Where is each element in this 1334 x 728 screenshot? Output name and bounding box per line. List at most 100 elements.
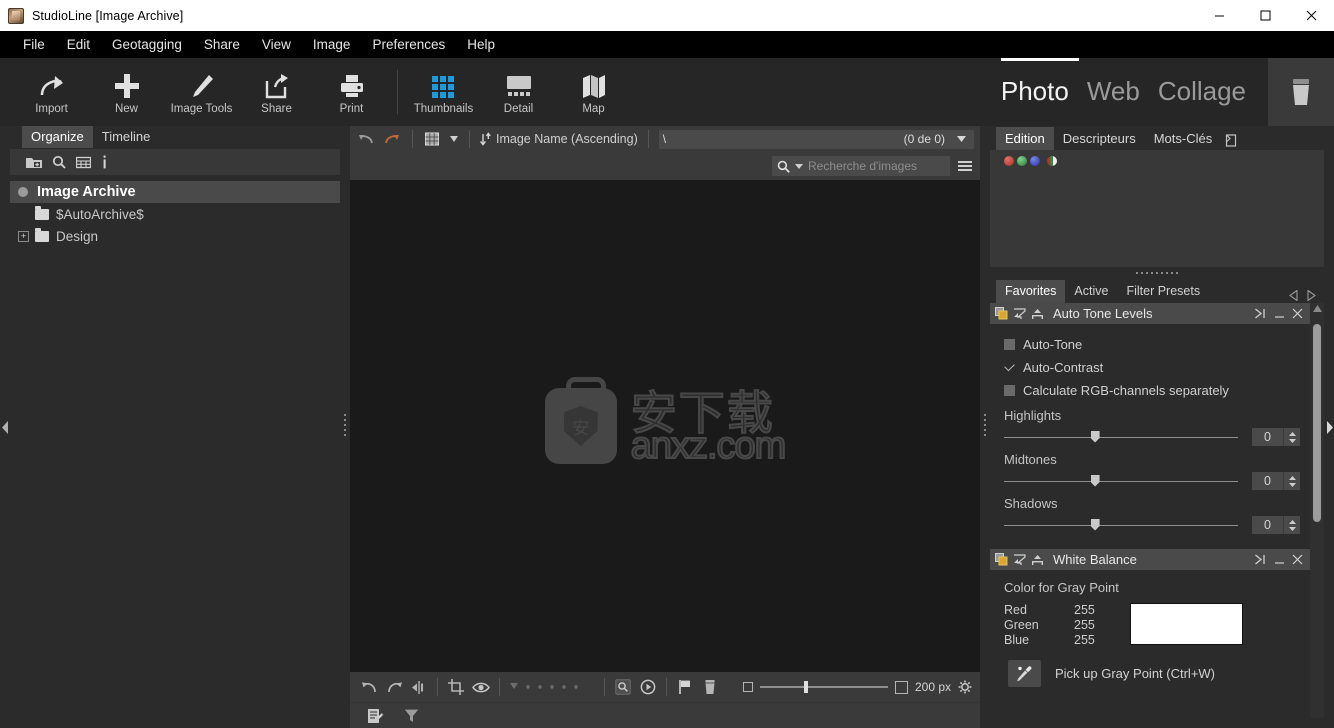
red-channel-sphere[interactable] — [1004, 156, 1014, 166]
print-button[interactable]: Print — [314, 60, 389, 124]
chevron-right-icon[interactable] — [1307, 290, 1316, 301]
search-input[interactable]: Recherche d'images — [772, 156, 950, 176]
spinner-value-shadows[interactable]: 0 — [1252, 516, 1283, 534]
trash-icon[interactable] — [699, 676, 721, 698]
large-square-icon[interactable] — [894, 680, 908, 694]
spinner-value-midtones[interactable]: 0 — [1252, 472, 1283, 490]
rating-stars-icon[interactable] — [507, 676, 597, 698]
crop-icon[interactable] — [445, 676, 467, 698]
blue-channel-sphere[interactable] — [1030, 156, 1040, 166]
scrollbar-thumb[interactable] — [1313, 324, 1321, 522]
tree-node-autoarchive[interactable]: $AutoArchive$ — [10, 203, 340, 225]
mode-web[interactable]: Web — [1087, 78, 1140, 106]
sort-control[interactable]: Image Name (Ascending) — [480, 132, 638, 146]
slider-track-highlights[interactable] — [1004, 430, 1238, 443]
expand-plus-icon[interactable]: + — [18, 230, 29, 242]
menu-share[interactable]: Share — [193, 32, 251, 57]
hamburger-icon[interactable] — [958, 161, 972, 171]
green-channel-sphere[interactable] — [1017, 156, 1027, 166]
menu-view[interactable]: View — [251, 32, 302, 57]
share-button[interactable]: Share — [239, 60, 314, 124]
left-collapse-handle[interactable] — [0, 126, 10, 728]
small-square-icon[interactable] — [742, 682, 753, 692]
image-tools-button[interactable]: Image Tools — [164, 60, 239, 124]
collapse-icon[interactable] — [1013, 307, 1026, 320]
checkbox-auto-tone[interactable] — [1004, 339, 1015, 350]
right-collapse-handle[interactable] — [1324, 126, 1334, 728]
close-icon[interactable] — [1292, 308, 1303, 319]
map-button[interactable]: Map — [556, 60, 631, 124]
scroll-up-icon[interactable] — [1312, 305, 1322, 312]
thumbnails-button[interactable]: Thumbnails — [406, 60, 481, 124]
zoom-slider-thumb[interactable] — [803, 681, 808, 693]
close-button[interactable] — [1288, 0, 1334, 31]
eye-icon[interactable] — [470, 676, 492, 698]
tree-node-design[interactable]: + Design — [10, 225, 340, 247]
menu-file[interactable]: File — [12, 32, 56, 57]
left-splitter[interactable] — [340, 126, 350, 728]
image-canvas[interactable]: 安 安下载 anxz.com — [350, 180, 980, 672]
table-icon[interactable] — [76, 156, 91, 169]
grid-dropdown-icon[interactable] — [423, 129, 443, 149]
tab-timeline[interactable]: Timeline — [93, 126, 160, 148]
path-bar[interactable]: \ (0 de 0) — [658, 129, 974, 149]
minimize-button[interactable] — [1196, 0, 1242, 31]
menu-image[interactable]: Image — [302, 32, 362, 57]
minimize-icon[interactable] — [1274, 308, 1285, 319]
slider-track-shadows[interactable] — [1004, 518, 1238, 531]
checkbox-row-auto-tone[interactable]: Auto-Tone — [990, 333, 1310, 356]
tab-organize[interactable]: Organize — [22, 126, 93, 148]
checkbox-calculate-rgb[interactable] — [1004, 385, 1015, 396]
spinner-value-highlights[interactable]: 0 — [1252, 428, 1283, 446]
gear-icon[interactable] — [958, 680, 972, 694]
checkbox-row-auto-contrast[interactable]: Auto-Contrast — [990, 356, 1310, 379]
menu-geotagging[interactable]: Geotagging — [101, 32, 193, 57]
filter-funnel-icon[interactable] — [400, 705, 422, 727]
apply-icon[interactable] — [1031, 308, 1044, 320]
expand-icon[interactable] — [1255, 554, 1267, 565]
right-splitter[interactable] — [980, 126, 990, 728]
tab-mots-cles[interactable]: Mots-Clés — [1145, 127, 1222, 150]
right-panel-scrollbar[interactable] — [1310, 303, 1324, 718]
expand-icon[interactable] — [1255, 308, 1267, 319]
slider-thumb-midtones[interactable] — [1090, 474, 1100, 487]
detach-icon[interactable] — [1221, 131, 1246, 150]
panel-resize-grip[interactable] — [990, 267, 1324, 279]
info-icon[interactable] — [101, 155, 108, 169]
tab-filter-presets[interactable]: Filter Presets — [1117, 280, 1209, 303]
split-channel-sphere[interactable] — [1047, 156, 1057, 166]
rotate-left-icon[interactable] — [358, 676, 380, 698]
flag-icon[interactable] — [674, 676, 696, 698]
slider-thumb-shadows[interactable] — [1090, 518, 1100, 531]
undo-arrow-icon[interactable] — [356, 129, 376, 149]
search-dropdown-icon[interactable] — [795, 163, 803, 169]
spinner-shadows[interactable]: 0 — [1252, 516, 1300, 534]
slider-thumb-highlights[interactable] — [1090, 430, 1100, 443]
notes-icon[interactable] — [364, 705, 386, 727]
chevron-down-icon[interactable] — [957, 136, 966, 142]
play-circle-icon[interactable] — [637, 676, 659, 698]
new-folder-icon[interactable] — [26, 156, 42, 169]
checkbox-auto-contrast[interactable] — [1004, 362, 1015, 373]
panel-header-auto-tone-levels[interactable]: Auto Tone Levels — [990, 303, 1310, 324]
menu-preferences[interactable]: Preferences — [361, 32, 456, 57]
copy-settings-icon[interactable] — [995, 553, 1008, 566]
tab-active[interactable]: Active — [1065, 280, 1117, 303]
grid-dropdown-caret-icon[interactable] — [449, 129, 459, 149]
maximize-button[interactable] — [1242, 0, 1288, 31]
mode-photo[interactable]: Photo — [1001, 78, 1069, 106]
mode-collage[interactable]: Collage — [1158, 78, 1246, 106]
redo-arrow-icon[interactable] — [382, 129, 402, 149]
spinner-highlights[interactable]: 0 — [1252, 428, 1300, 446]
menu-edit[interactable]: Edit — [56, 32, 101, 57]
panel-header-white-balance[interactable]: White Balance — [990, 549, 1310, 570]
zoom-slider[interactable] — [759, 681, 888, 693]
tab-favorites[interactable]: Favorites — [996, 280, 1066, 303]
tab-descripteurs[interactable]: Descripteurs — [1054, 127, 1145, 150]
detail-button[interactable]: Detail — [481, 60, 556, 124]
copy-settings-icon[interactable] — [995, 307, 1008, 320]
search-icon[interactable] — [52, 155, 66, 169]
gray-point-color-swatch[interactable] — [1130, 603, 1243, 645]
chevron-left-icon[interactable] — [1289, 290, 1298, 301]
new-button[interactable]: New — [89, 60, 164, 124]
